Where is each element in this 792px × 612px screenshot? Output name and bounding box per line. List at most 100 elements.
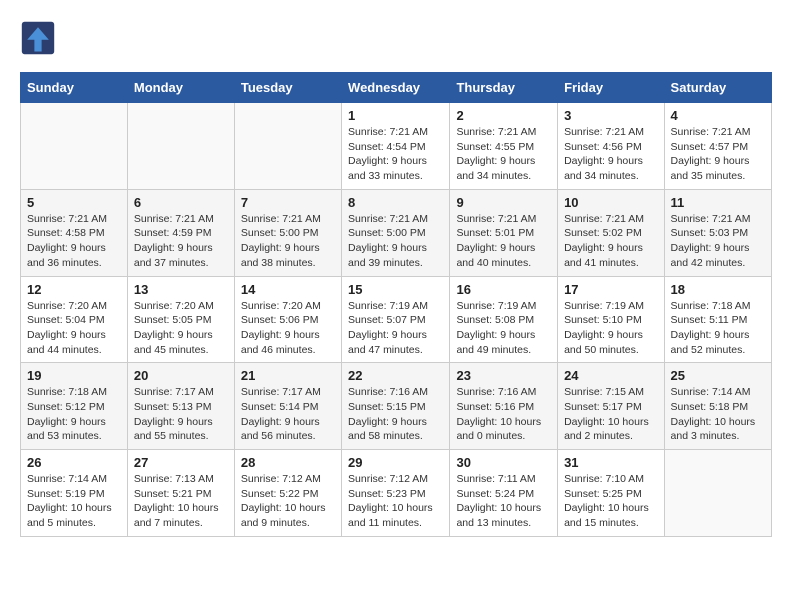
calendar-header-row: SundayMondayTuesdayWednesdayThursdayFrid… [21, 73, 772, 103]
day-number: 8 [348, 195, 443, 210]
calendar-cell: 31 Sunrise: 7:10 AM Sunset: 5:25 PM Dayli… [558, 450, 664, 537]
cell-info: Sunrise: 7:19 AM Sunset: 5:10 PM Dayligh… [564, 299, 657, 358]
cell-info: Sunrise: 7:21 AM Sunset: 4:55 PM Dayligh… [456, 125, 551, 184]
cell-info: Sunrise: 7:17 AM Sunset: 5:13 PM Dayligh… [134, 385, 228, 444]
cell-info: Sunrise: 7:12 AM Sunset: 5:22 PM Dayligh… [241, 472, 335, 531]
day-number: 20 [134, 368, 228, 383]
calendar-cell: 26 Sunrise: 7:14 AM Sunset: 5:19 PM Dayli… [21, 450, 128, 537]
calendar-cell: 29 Sunrise: 7:12 AM Sunset: 5:23 PM Dayli… [342, 450, 450, 537]
calendar-cell: 17 Sunrise: 7:19 AM Sunset: 5:10 PM Dayli… [558, 276, 664, 363]
day-number: 5 [27, 195, 121, 210]
calendar-week-row: 19 Sunrise: 7:18 AM Sunset: 5:12 PM Dayli… [21, 363, 772, 450]
cell-info: Sunrise: 7:17 AM Sunset: 5:14 PM Dayligh… [241, 385, 335, 444]
day-number: 6 [134, 195, 228, 210]
day-number: 21 [241, 368, 335, 383]
day-number: 31 [564, 455, 657, 470]
cell-info: Sunrise: 7:11 AM Sunset: 5:24 PM Dayligh… [456, 472, 551, 531]
cell-info: Sunrise: 7:16 AM Sunset: 5:15 PM Dayligh… [348, 385, 443, 444]
cell-info: Sunrise: 7:21 AM Sunset: 5:02 PM Dayligh… [564, 212, 657, 271]
cell-info: Sunrise: 7:18 AM Sunset: 5:12 PM Dayligh… [27, 385, 121, 444]
calendar-cell: 22 Sunrise: 7:16 AM Sunset: 5:15 PM Dayli… [342, 363, 450, 450]
day-number: 10 [564, 195, 657, 210]
logo [20, 20, 60, 56]
calendar-cell: 6 Sunrise: 7:21 AM Sunset: 4:59 PM Daylig… [127, 189, 234, 276]
calendar-cell: 15Sunrise: 7:19 AM Sunset: 5:07 PM Dayli… [342, 276, 450, 363]
cell-info: Sunrise: 7:18 AM Sunset: 5:11 PM Dayligh… [671, 299, 765, 358]
calendar-cell: 4 Sunrise: 7:21 AM Sunset: 4:57 PM Daylig… [664, 103, 771, 190]
cell-info: Sunrise: 7:21 AM Sunset: 5:00 PM Dayligh… [241, 212, 335, 271]
calendar-cell: 12 Sunrise: 7:20 AM Sunset: 5:04 PM Dayli… [21, 276, 128, 363]
calendar-cell [664, 450, 771, 537]
calendar-cell: 24 Sunrise: 7:15 AM Sunset: 5:17 PM Dayli… [558, 363, 664, 450]
cell-info: Sunrise: 7:21 AM Sunset: 5:00 PM Dayligh… [348, 212, 443, 271]
day-number: 29 [348, 455, 443, 470]
calendar-cell: 21 Sunrise: 7:17 AM Sunset: 5:14 PM Dayli… [234, 363, 341, 450]
cell-info: Sunrise: 7:20 AM Sunset: 5:05 PM Dayligh… [134, 299, 228, 358]
cell-info: Sunrise: 7:13 AM Sunset: 5:21 PM Dayligh… [134, 472, 228, 531]
calendar-cell: 18 Sunrise: 7:18 AM Sunset: 5:11 PM Dayli… [664, 276, 771, 363]
day-number: 18 [671, 282, 765, 297]
calendar-week-row: 12 Sunrise: 7:20 AM Sunset: 5:04 PM Dayli… [21, 276, 772, 363]
day-number: 27 [134, 455, 228, 470]
cell-info: Sunrise: 7:21 AM Sunset: 5:01 PM Dayligh… [456, 212, 551, 271]
calendar-cell: 16Sunrise: 7:19 AM Sunset: 5:08 PM Dayli… [450, 276, 558, 363]
day-number: 25 [671, 368, 765, 383]
calendar-week-row: 5 Sunrise: 7:21 AM Sunset: 4:58 PM Daylig… [21, 189, 772, 276]
calendar-cell: 28 Sunrise: 7:12 AM Sunset: 5:22 PM Dayli… [234, 450, 341, 537]
day-number: 4 [671, 108, 765, 123]
calendar-cell: 9 Sunrise: 7:21 AM Sunset: 5:01 PM Daylig… [450, 189, 558, 276]
calendar-header-friday: Friday [558, 73, 664, 103]
calendar-cell [234, 103, 341, 190]
page-header [20, 20, 772, 56]
cell-info: Sunrise: 7:16 AM Sunset: 5:16 PM Dayligh… [456, 385, 551, 444]
day-number: 24 [564, 368, 657, 383]
calendar-table: SundayMondayTuesdayWednesdayThursdayFrid… [20, 72, 772, 537]
day-number: 13 [134, 282, 228, 297]
day-number: 17 [564, 282, 657, 297]
calendar-cell: 5 Sunrise: 7:21 AM Sunset: 4:58 PM Daylig… [21, 189, 128, 276]
day-number: 19 [27, 368, 121, 383]
calendar-cell [21, 103, 128, 190]
calendar-cell [127, 103, 234, 190]
calendar-cell: 25Sunrise: 7:14 AM Sunset: 5:18 PM Dayli… [664, 363, 771, 450]
calendar-cell: 8 Sunrise: 7:21 AM Sunset: 5:00 PM Daylig… [342, 189, 450, 276]
logo-icon [20, 20, 56, 56]
cell-info: Sunrise: 7:21 AM Sunset: 4:57 PM Dayligh… [671, 125, 765, 184]
calendar-header-thursday: Thursday [450, 73, 558, 103]
day-number: 26 [27, 455, 121, 470]
calendar-week-row: 1Sunrise: 7:21 AM Sunset: 4:54 PM Daylig… [21, 103, 772, 190]
cell-info: Sunrise: 7:12 AM Sunset: 5:23 PM Dayligh… [348, 472, 443, 531]
day-number: 1 [348, 108, 443, 123]
calendar-cell: 30 Sunrise: 7:11 AM Sunset: 5:24 PM Dayli… [450, 450, 558, 537]
calendar-header-monday: Monday [127, 73, 234, 103]
day-number: 12 [27, 282, 121, 297]
day-number: 15 [348, 282, 443, 297]
cell-info: Sunrise: 7:21 AM Sunset: 4:58 PM Dayligh… [27, 212, 121, 271]
day-number: 11 [671, 195, 765, 210]
cell-info: Sunrise: 7:14 AM Sunset: 5:19 PM Dayligh… [27, 472, 121, 531]
calendar-header-wednesday: Wednesday [342, 73, 450, 103]
cell-info: Sunrise: 7:10 AM Sunset: 5:25 PM Dayligh… [564, 472, 657, 531]
calendar-cell: 19 Sunrise: 7:18 AM Sunset: 5:12 PM Dayli… [21, 363, 128, 450]
day-number: 23 [456, 368, 551, 383]
calendar-cell: 2Sunrise: 7:21 AM Sunset: 4:55 PM Daylig… [450, 103, 558, 190]
day-number: 14 [241, 282, 335, 297]
cell-info: Sunrise: 7:15 AM Sunset: 5:17 PM Dayligh… [564, 385, 657, 444]
calendar-cell: 27 Sunrise: 7:13 AM Sunset: 5:21 PM Dayli… [127, 450, 234, 537]
calendar-header-sunday: Sunday [21, 73, 128, 103]
calendar-cell: 7Sunrise: 7:21 AM Sunset: 5:00 PM Daylig… [234, 189, 341, 276]
calendar-week-row: 26 Sunrise: 7:14 AM Sunset: 5:19 PM Dayli… [21, 450, 772, 537]
calendar-cell: 1Sunrise: 7:21 AM Sunset: 4:54 PM Daylig… [342, 103, 450, 190]
day-number: 30 [456, 455, 551, 470]
cell-info: Sunrise: 7:21 AM Sunset: 4:59 PM Dayligh… [134, 212, 228, 271]
calendar-cell: 10 Sunrise: 7:21 AM Sunset: 5:02 PM Dayli… [558, 189, 664, 276]
cell-info: Sunrise: 7:20 AM Sunset: 5:04 PM Dayligh… [27, 299, 121, 358]
calendar-header-saturday: Saturday [664, 73, 771, 103]
cell-info: Sunrise: 7:21 AM Sunset: 5:03 PM Dayligh… [671, 212, 765, 271]
day-number: 9 [456, 195, 551, 210]
calendar-cell: 11 Sunrise: 7:21 AM Sunset: 5:03 PM Dayli… [664, 189, 771, 276]
day-number: 22 [348, 368, 443, 383]
day-number: 28 [241, 455, 335, 470]
calendar-header-tuesday: Tuesday [234, 73, 341, 103]
day-number: 16 [456, 282, 551, 297]
